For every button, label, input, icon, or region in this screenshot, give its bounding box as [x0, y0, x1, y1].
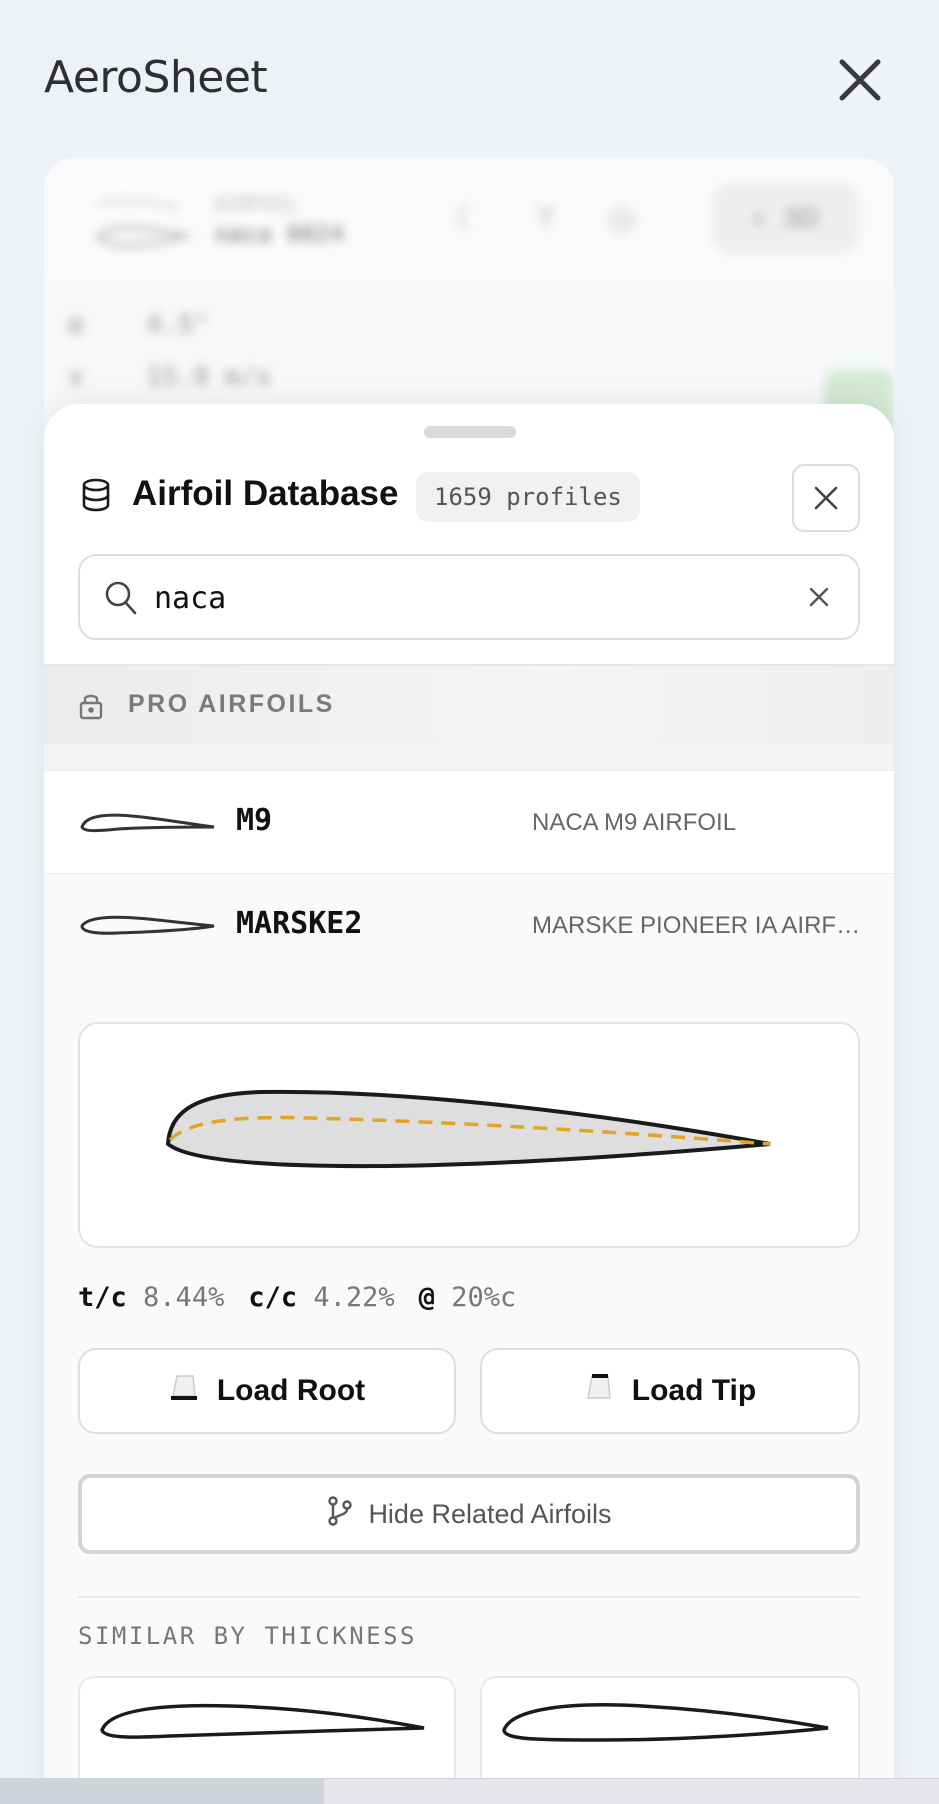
load-root-button[interactable]: Load Root: [78, 1348, 456, 1434]
airfoil-database-sheet: Airfoil Database 1659 profiles PRO AIRFO: [44, 404, 894, 1804]
search-field[interactable]: [78, 554, 860, 640]
background-row: v 15.0 m/s: [68, 362, 272, 392]
airfoil-thumbnail-icon: [78, 805, 218, 844]
list-item[interactable]: M9 NACA M9 AIRFOIL: [44, 770, 894, 874]
airfoil-preview: [78, 1022, 860, 1248]
app-title: AeroSheet: [44, 52, 268, 103]
background-airfoil-name: naca 0024: [214, 220, 345, 248]
view-mode-pill: ◐ 3D: [712, 182, 860, 254]
search-input[interactable]: [154, 570, 754, 626]
load-tip-button[interactable]: Load Tip: [480, 1348, 860, 1434]
sheet-title: Airfoil Database: [132, 474, 399, 513]
profile-count-badge: 1659 profiles: [416, 472, 640, 522]
airfoil-description: NACA M9 AIRFOIL: [532, 809, 737, 836]
airfoil-outline: [165, 1089, 771, 1169]
background-airfoil-label: AIRFOIL: [214, 192, 299, 216]
scrollbar-thumb[interactable]: [0, 1779, 324, 1804]
clear-search-icon[interactable]: [802, 580, 836, 619]
airfoil-code: MARSKE2: [236, 906, 363, 941]
lock-icon: [78, 692, 104, 725]
airfoil-code: M9: [236, 803, 273, 838]
background-airfoil-icon: [94, 192, 194, 261]
close-sheet-button[interactable]: [792, 464, 860, 532]
airfoil-stats: t/c 8.44% c/c 4.22% @ 20%c: [78, 1282, 517, 1313]
tip-section-icon: [584, 1372, 614, 1410]
close-icon[interactable]: [832, 52, 888, 108]
app-window: AeroSheet AIRFOIL naca 0024 ☾ Y ◎ ◐ 3D α…: [0, 0, 939, 1804]
airfoil-profile-graphic: [165, 1089, 771, 1169]
cube-icon: ◐: [752, 202, 770, 233]
settings-icon: ◎: [607, 199, 637, 237]
root-section-icon: [169, 1372, 199, 1410]
list-item[interactable]: MARSKE2 MARSKE PIONEER IA AIRFOIL: [44, 874, 894, 978]
git-branch-icon: [326, 1495, 354, 1534]
sheet-grabber[interactable]: [424, 426, 516, 438]
search-icon: [104, 580, 138, 621]
pro-airfoils-header: PRO AIRFOILS: [44, 664, 894, 744]
section-divider: [78, 1596, 860, 1598]
airfoil-description: MARSKE PIONEER IA AIRFOIL: [532, 912, 872, 939]
close-icon: [814, 486, 838, 510]
airfoil-thumbnail-icon: [78, 908, 218, 947]
background-toolbar: ☾ Y ◎: [454, 198, 637, 238]
similar-section-label: SIMILAR BY THICKNESS: [78, 1622, 417, 1650]
filter-icon: Y: [534, 198, 558, 236]
pro-airfoils-label: PRO AIRFOILS: [128, 690, 335, 718]
horizontal-scrollbar[interactable]: [0, 1778, 939, 1804]
section-gap: [44, 744, 894, 770]
hide-related-airfoils-button[interactable]: Hide Related Airfoils: [78, 1474, 860, 1554]
background-row: α 4.5°: [68, 310, 209, 340]
database-icon: [80, 478, 112, 517]
moon-icon: ☾: [454, 199, 485, 237]
